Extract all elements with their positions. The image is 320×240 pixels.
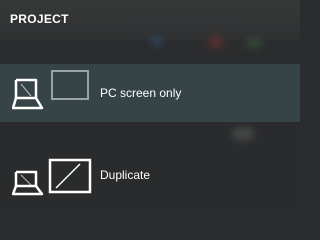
background-blob xyxy=(245,38,263,48)
background-blob xyxy=(208,36,224,48)
project-flyout: PROJECT PC screen only Duplicate xyxy=(0,0,300,210)
option-label: PC screen only xyxy=(100,86,182,100)
option-pc-screen-only[interactable]: PC screen only xyxy=(0,64,300,122)
pc-screen-only-icon xyxy=(12,70,89,110)
option-duplicate[interactable]: Duplicate xyxy=(0,146,300,204)
duplicate-icon xyxy=(12,158,92,196)
flyout-title: PROJECT xyxy=(10,12,69,26)
background-blob xyxy=(232,128,254,140)
background-blob xyxy=(150,36,164,46)
option-label: Duplicate xyxy=(100,168,151,182)
